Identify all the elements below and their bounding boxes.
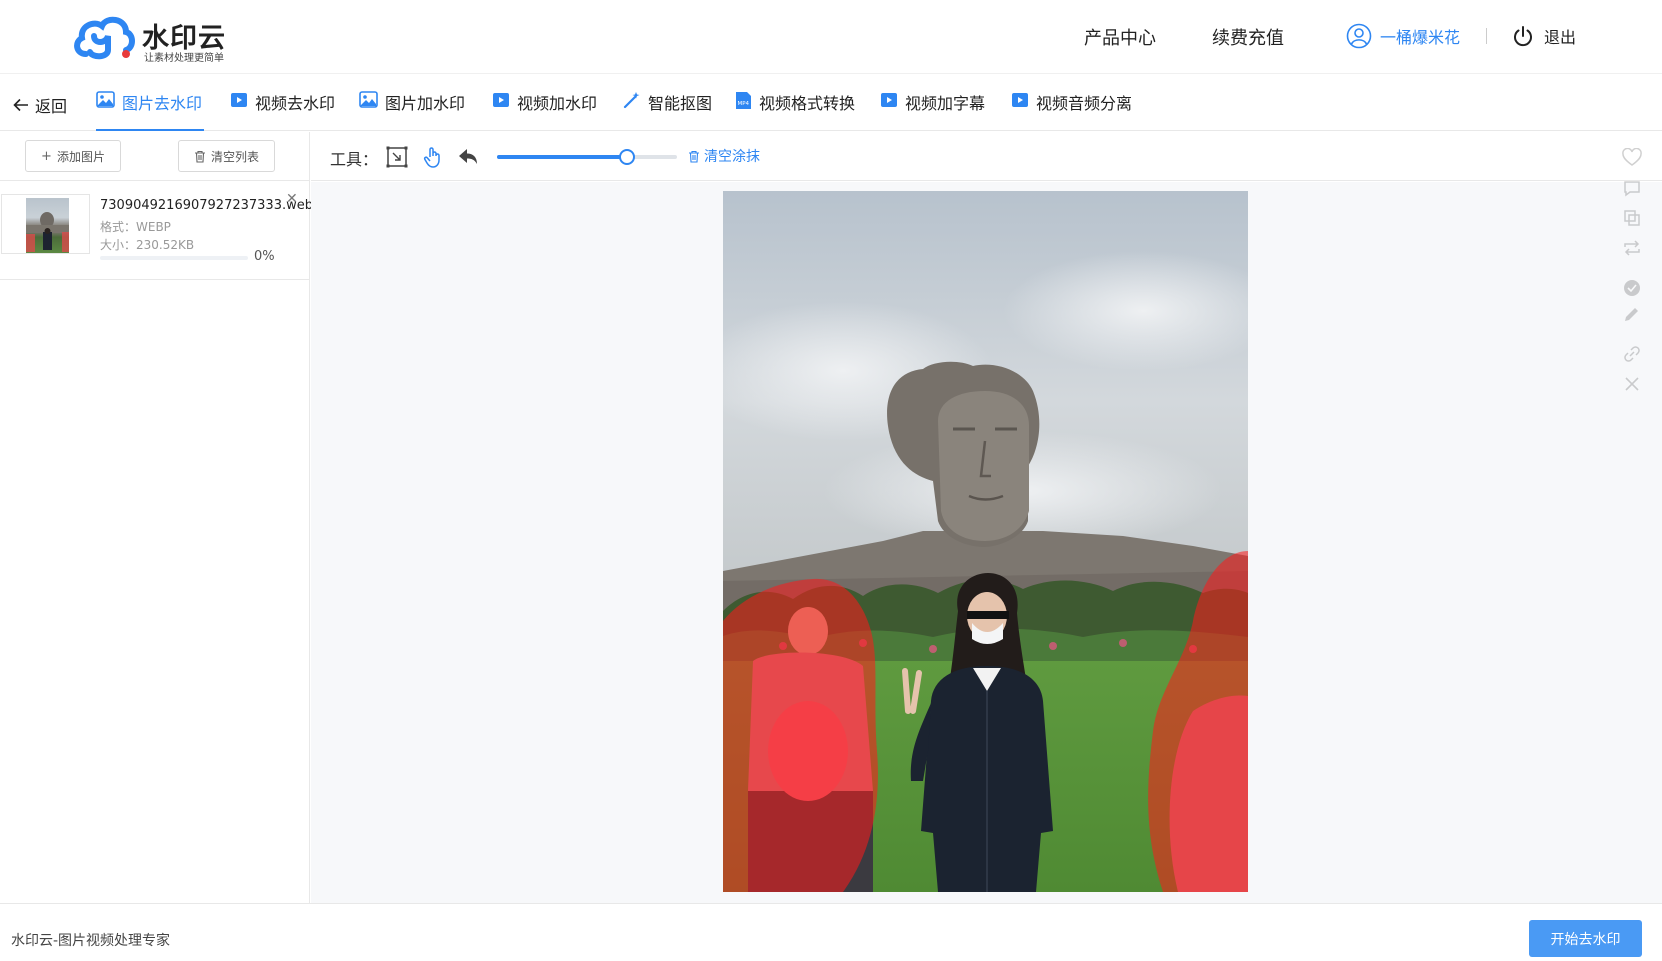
editing-canvas[interactable] xyxy=(311,182,1662,903)
tab-label: 智能抠图 xyxy=(648,94,713,113)
image-icon xyxy=(96,91,115,108)
link-icon[interactable] xyxy=(1622,344,1642,364)
heart-icon[interactable] xyxy=(1622,148,1642,168)
trash-icon xyxy=(194,150,205,163)
magic-wand-icon xyxy=(623,92,640,109)
clear-mask-button[interactable]: 清空涂抹 xyxy=(688,146,760,166)
user-avatar-icon xyxy=(1346,23,1372,49)
comment-icon[interactable] xyxy=(1622,178,1642,198)
plus-icon: + xyxy=(41,148,52,164)
mp4-file-icon: MP4 xyxy=(736,92,751,109)
remove-file-icon[interactable]: ✕ xyxy=(286,191,298,207)
close-icon[interactable] xyxy=(1622,374,1642,394)
undo-icon[interactable] xyxy=(456,145,480,169)
tab-label: 视频音频分离 xyxy=(1036,94,1133,113)
file-progress-text: 0% xyxy=(254,249,275,264)
tab-video-add-watermark[interactable]: 视频加水印 xyxy=(492,90,597,131)
video-icon xyxy=(881,93,897,107)
add-image-label: 添加图片 xyxy=(56,149,105,164)
video-icon xyxy=(231,93,247,107)
tab-label: 视频加字幕 xyxy=(905,94,986,113)
hand-brush-icon[interactable] xyxy=(421,145,445,169)
repeat-icon[interactable] xyxy=(1622,238,1642,258)
footer-brand-text: 水印云-图片视频处理专家 xyxy=(11,933,171,949)
edit-toolbar: 工具： 清空涂抹 xyxy=(311,132,1662,181)
clear-list-label: 清空列表 xyxy=(210,149,259,164)
arrow-left-icon xyxy=(13,98,28,112)
feature-tabbar: 返回 图片去水印 视频去水印 图片加水印 视频加水印 智能抠图 MP4 视频格式… xyxy=(0,76,1662,131)
tab-label: 图片加水印 xyxy=(385,94,466,113)
logo-slogan: 让素材处理更简单 xyxy=(144,53,224,64)
video-icon xyxy=(1012,93,1028,107)
power-icon xyxy=(1514,26,1532,47)
username: 一桶爆米花 xyxy=(1380,28,1461,47)
image-icon xyxy=(359,91,378,108)
nav-product-center[interactable]: 产品中心 xyxy=(1084,24,1156,50)
top-header: 水印云 让素材处理更简单 产品中心 续费充值 一桶爆米花 退出 xyxy=(0,0,1662,74)
clear-mask-label: 清空涂抹 xyxy=(704,149,760,165)
tab-video-audio-separate[interactable]: 视频音频分离 xyxy=(1011,90,1132,131)
tab-image-add-watermark[interactable]: 图片加水印 xyxy=(359,90,465,131)
tab-video-add-subtitle[interactable]: 视频加字幕 xyxy=(880,90,985,131)
file-format: 格式：WEBP xyxy=(100,220,171,234)
logout-button[interactable]: 退出 xyxy=(1512,22,1576,50)
tab-video-remove-watermark[interactable]: 视频去水印 xyxy=(230,90,335,131)
tab-label: 视频去水印 xyxy=(255,94,336,113)
pencil-icon[interactable] xyxy=(1622,304,1642,324)
editing-photo[interactable] xyxy=(723,191,1248,892)
nav-renew-recharge[interactable]: 续费充值 xyxy=(1212,24,1284,50)
clear-list-button[interactable]: 清空列表 xyxy=(178,140,275,172)
tools-label: 工具： xyxy=(330,150,379,169)
start-remove-watermark-button[interactable]: 开始去水印 xyxy=(1529,920,1642,957)
cloud-logo-icon xyxy=(74,16,135,60)
brush-size-slider[interactable] xyxy=(497,155,677,159)
header-divider xyxy=(1486,28,1487,44)
file-size: 大小：230.52KB xyxy=(100,238,195,252)
back-label: 返回 xyxy=(35,97,68,116)
check-circle-icon[interactable] xyxy=(1622,278,1642,298)
tab-label: 视频加水印 xyxy=(517,94,598,113)
tab-label: 视频格式转换 xyxy=(759,94,856,113)
file-thumbnail xyxy=(1,194,90,254)
video-icon xyxy=(493,93,509,107)
file-progress-bar xyxy=(100,256,248,260)
bottom-bar: 水印云-图片视频处理专家 开始去水印 xyxy=(0,903,1662,961)
file-list-panel: + 添加图片 清空列表 7309049216907927237333.webp … xyxy=(0,132,321,903)
user-menu[interactable]: 一桶爆米花 xyxy=(1346,22,1460,50)
tab-image-remove-watermark[interactable]: 图片去水印 xyxy=(96,90,205,131)
file-list-item[interactable]: 7309049216907927237333.webp 格式：WEBP 大小：2… xyxy=(0,181,321,280)
logo[interactable]: 水印云 让素材处理更简单 xyxy=(72,12,242,64)
logout-label: 退出 xyxy=(1544,28,1577,47)
tab-smart-cutout[interactable]: 智能抠图 xyxy=(623,90,712,131)
brush-size-handle[interactable] xyxy=(618,149,635,165)
svg-text:MP4: MP4 xyxy=(738,101,750,107)
tab-video-format-convert[interactable]: MP4 视频格式转换 xyxy=(735,90,855,131)
brush-size-fill xyxy=(497,155,627,159)
rectangle-select-icon[interactable] xyxy=(385,145,409,169)
trash-icon xyxy=(689,150,699,163)
add-image-button[interactable]: + 添加图片 xyxy=(25,140,121,172)
copy-icon[interactable] xyxy=(1622,208,1642,228)
tab-label: 图片去水印 xyxy=(122,94,203,113)
back-button[interactable]: 返回 xyxy=(13,93,67,117)
